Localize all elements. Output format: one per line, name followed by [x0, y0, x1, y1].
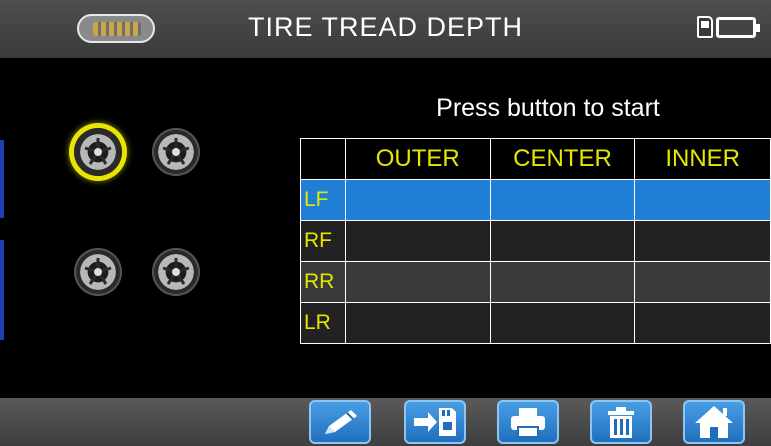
table-row[interactable]: LR [300, 302, 771, 344]
table-cell[interactable] [344, 220, 491, 262]
table-row[interactable]: RR [300, 261, 771, 303]
column-header: INNER [634, 138, 771, 180]
tire-rf-icon[interactable] [152, 128, 200, 176]
table-cell[interactable] [489, 220, 636, 262]
table-cell[interactable] [634, 179, 771, 221]
table-row[interactable]: RF [300, 220, 771, 262]
header-bar: TIRE TREAD DEPTH [0, 0, 771, 58]
delete-button[interactable] [590, 400, 652, 444]
battery-icon [716, 17, 760, 38]
tread-depth-table: OUTER CENTER INNER LF RF RR LR [300, 138, 771, 344]
trash-icon [608, 407, 634, 438]
row-label: RR [300, 261, 346, 303]
table-cell[interactable] [489, 302, 636, 344]
edit-button[interactable] [309, 400, 371, 444]
home-icon [695, 406, 733, 438]
corner-cell [300, 138, 346, 180]
table-cell[interactable] [489, 179, 636, 221]
save-to-card-button[interactable] [404, 400, 466, 444]
column-header: CENTER [489, 138, 636, 180]
table-cell[interactable] [634, 302, 771, 344]
footer-toolbar [0, 398, 771, 446]
row-label: LF [300, 179, 346, 221]
row-label: LR [300, 302, 346, 344]
tire-rr-icon[interactable] [152, 248, 200, 296]
sd-card-icon [697, 16, 713, 38]
instruction-text: Press button to start [436, 94, 660, 122]
page-title: TIRE TREAD DEPTH [247, 12, 524, 42]
tire-lr-icon[interactable] [74, 248, 122, 296]
table-row[interactable]: LF [300, 179, 771, 221]
column-header: OUTER [344, 138, 491, 180]
table-cell[interactable] [344, 179, 491, 221]
table-cell[interactable] [344, 261, 491, 303]
print-icon [511, 408, 545, 438]
save-to-card-icon [414, 408, 456, 436]
left-edge-marker [0, 140, 4, 218]
print-button[interactable] [497, 400, 559, 444]
table-cell[interactable] [634, 220, 771, 262]
left-edge-marker [0, 240, 4, 340]
home-button[interactable] [683, 400, 745, 444]
row-label: RF [300, 220, 346, 262]
table-cell[interactable] [489, 261, 636, 303]
table-header-row: OUTER CENTER INNER [300, 138, 771, 180]
table-cell[interactable] [634, 261, 771, 303]
edit-pencil-icon [325, 410, 357, 434]
tire-lf-icon[interactable] [74, 128, 122, 176]
table-cell[interactable] [344, 302, 491, 344]
